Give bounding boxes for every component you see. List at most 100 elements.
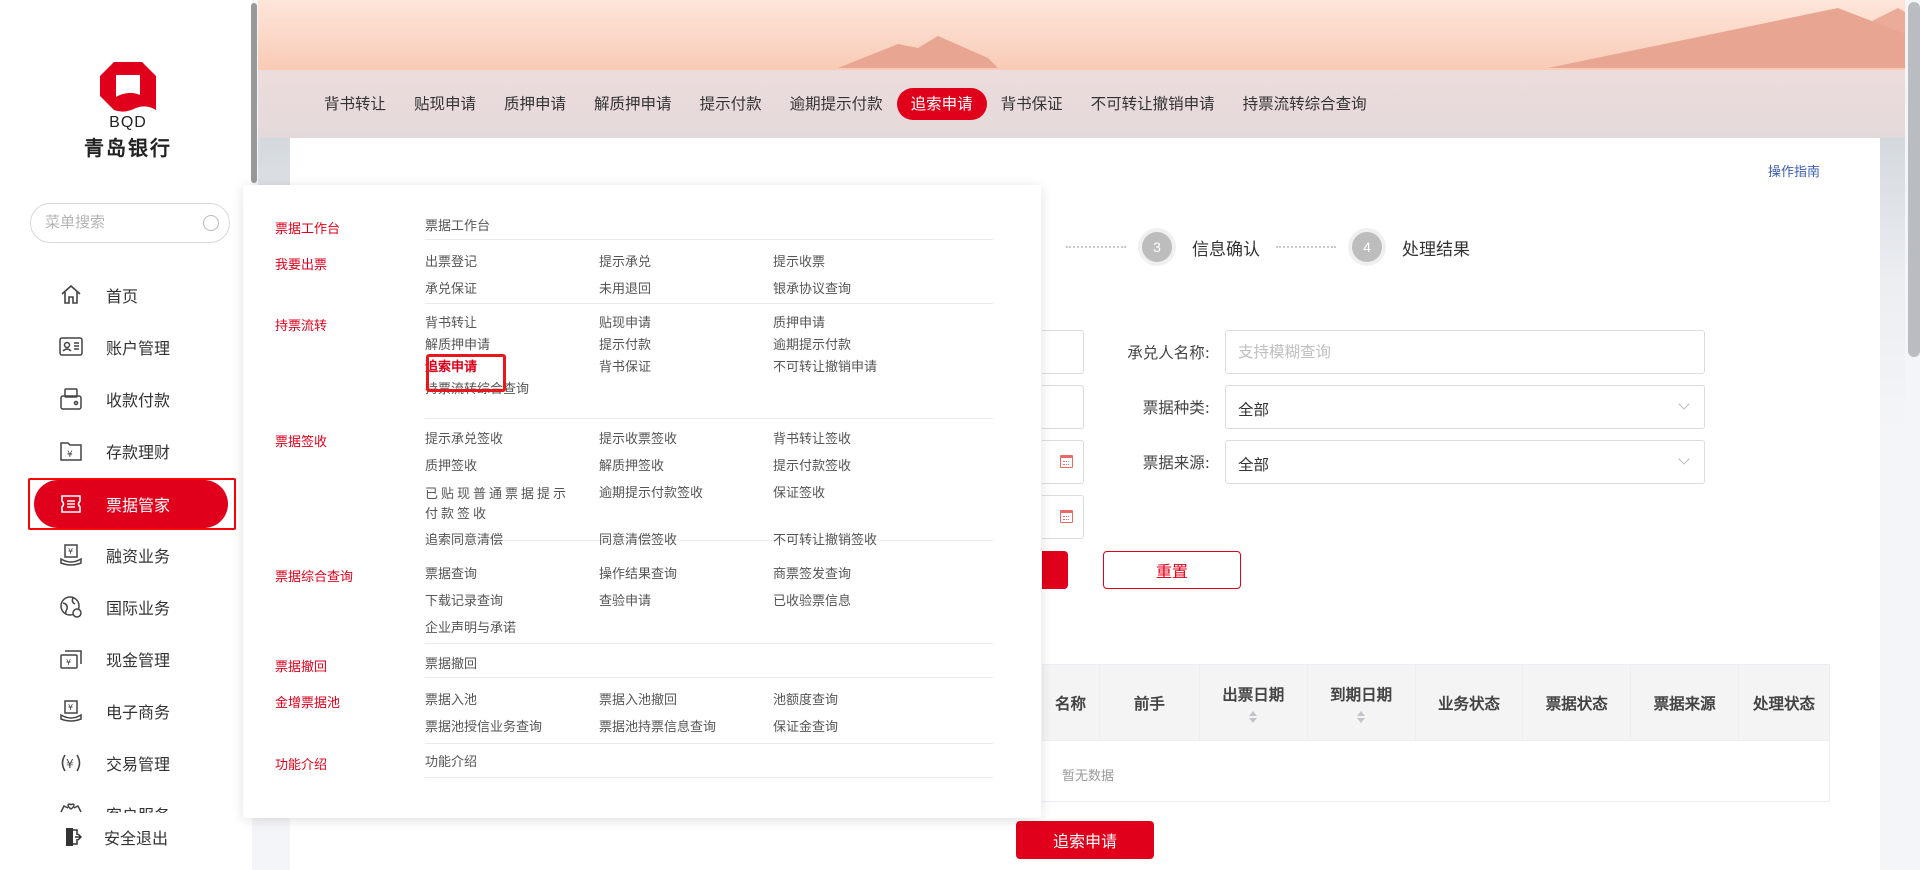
sidebar-item-bill-manager[interactable]: 票据管家 [34,480,228,528]
menu-item[interactable]: 质押签收 [425,458,477,476]
menu-item[interactable]: 银承协议查询 [773,281,851,299]
sidebar-item-deposits[interactable]: ¥ 存款理财 [30,427,234,475]
menu-category[interactable]: 票据综合查询 [275,566,353,585]
end-date-field[interactable] [1042,495,1084,539]
column-header-label: 前手 [1133,695,1165,713]
menu-item[interactable]: 未用退回 [599,281,651,299]
sort-caret-icon[interactable] [1249,711,1258,723]
column-header: 票据来源 [1631,665,1740,741]
tab-4[interactable]: 提示付款 [686,88,776,120]
query-button[interactable] [1042,551,1068,589]
menu-item[interactable]: 提示付款签收 [773,458,851,476]
menu-item[interactable]: 逾期提示付款签收 [599,485,703,503]
menu-item[interactable]: 提示收票签收 [599,431,677,449]
bill-source-select[interactable]: 全部 [1225,440,1705,484]
sidebar-item-financing[interactable]: ¥ 融资业务 [30,531,234,579]
start-date-field[interactable] [1042,440,1084,484]
menu-item[interactable]: 提示承兑签收 [425,431,503,449]
menu-item[interactable]: 出票登记 [425,254,477,272]
search-icon[interactable] [203,215,219,231]
tab-3[interactable]: 解质押申请 [580,88,686,120]
menu-item[interactable]: 下载记录查询 [425,593,503,611]
menu-item[interactable]: 解质押申请 [425,337,490,355]
menu-item[interactable]: 保证签收 [773,485,825,503]
menu-category[interactable]: 金增票据池 [275,692,340,711]
menu-items: 票据撤回 [425,650,993,678]
menu-category[interactable]: 票据工作台 [275,218,340,237]
menu-item[interactable]: 票据入池撤回 [599,692,677,710]
tab-9[interactable]: 持票流转综合查询 [1229,88,1381,120]
menu-item[interactable]: 质押申请 [773,315,825,333]
tab-2[interactable]: 质押申请 [490,88,580,120]
menu-item[interactable]: 保证金查询 [773,719,838,737]
left-field-1[interactable] [1042,330,1084,374]
sidebar-item-cash[interactable]: ¥ 现金管理 [30,635,234,683]
sidebar-item-ecommerce[interactable]: ¥ 电子商务 [30,687,234,735]
column-header[interactable]: 到期日期 [1308,665,1416,741]
menu-item[interactable]: 票据撤回 [425,656,477,674]
logout-button[interactable]: 安全退出 [30,813,234,861]
bill-type-select[interactable]: 全部 [1225,385,1705,429]
menu-item[interactable]: 票据工作台 [425,218,490,236]
sidebar-item-account[interactable]: 账户管理 [30,323,234,371]
acceptor-name-input[interactable] [1238,343,1678,361]
menu-item[interactable]: 不可转让撤销申请 [773,359,877,377]
menu-item[interactable]: 持票流转综合查询 [425,381,529,399]
bank-logo[interactable]: BQD 青岛银行 [84,60,170,160]
sidebar-item-home[interactable]: 首页 [30,271,234,319]
menu-item[interactable]: 票据池持票信息查询 [599,719,716,737]
page-scrollbar[interactable] [1908,2,1920,357]
menu-item[interactable]: 操作结果查询 [599,566,677,584]
menu-item[interactable]: 承兑保证 [425,281,477,299]
sidebar-item-transactions[interactable]: ¥ 交易管理 [30,739,234,787]
calendar-icon[interactable] [1060,510,1073,523]
menu-item[interactable]: 已贴现普通票据提示付款签收 [425,485,575,525]
acceptor-name-field[interactable] [1225,330,1705,374]
sidebar-item-international[interactable]: 国际业务 [30,583,234,631]
menu-item[interactable]: 解质押签收 [599,458,664,476]
menu-item[interactable]: 商票签发查询 [773,566,851,584]
menu-item[interactable]: 贴现申请 [599,315,651,333]
menu-category[interactable]: 票据签收 [275,431,327,450]
menu-category[interactable]: 持票流转 [275,315,327,334]
tab-8[interactable]: 不可转让撤销申请 [1077,88,1229,120]
menu-item[interactable]: 追索申请 [425,359,477,377]
operation-guide-link[interactable]: 操作指南 [1768,161,1820,180]
menu-item[interactable]: 已收验票信息 [773,593,851,611]
menu-item[interactable]: 背书保证 [599,359,651,377]
menu-search-input[interactable] [45,213,195,231]
sidebar-item-payments[interactable]: 收款付款 [30,375,234,423]
menu-item[interactable]: 提示付款 [599,337,651,355]
sort-caret-icon[interactable] [1357,711,1366,723]
tab-7[interactable]: 背书保证 [987,88,1077,120]
menu-item[interactable]: 提示承兑 [599,254,651,272]
menu-item[interactable]: 提示收票 [773,254,825,272]
menu-item[interactable]: 企业声明与承诺 [425,620,516,638]
menu-category[interactable]: 票据撤回 [275,656,327,675]
menu-item[interactable]: 票据池授信业务查询 [425,719,542,737]
menu-category[interactable]: 我要出票 [275,254,327,273]
calendar-icon[interactable] [1060,455,1073,468]
tab-5[interactable]: 逾期提示付款 [776,88,897,120]
sidebar-scrollbar[interactable] [251,3,257,183]
menu-item[interactable]: 查验申请 [599,593,651,611]
left-field-2[interactable] [1042,385,1084,429]
menu-item[interactable]: 不可转让撤销签收 [773,532,877,550]
recourse-apply-button[interactable]: 追索申请 [1016,821,1154,859]
menu-search[interactable] [30,203,230,243]
menu-category[interactable]: 功能介绍 [275,754,327,773]
reset-button[interactable]: 重置 [1103,551,1241,589]
menu-item[interactable]: 票据查询 [425,566,477,584]
menu-item[interactable]: 同意清偿签收 [599,532,677,550]
tab-6[interactable]: 追索申请 [896,88,987,120]
menu-item[interactable]: 功能介绍 [425,754,477,772]
tab-1[interactable]: 贴现申请 [400,88,490,120]
menu-item[interactable]: 池额度查询 [773,692,838,710]
menu-item[interactable]: 追索同意清偿 [425,532,503,550]
menu-item[interactable]: 背书转让签收 [773,431,851,449]
menu-item[interactable]: 背书转让 [425,315,477,333]
column-header[interactable]: 出票日期 [1200,665,1308,741]
tab-0[interactable]: 背书转让 [310,88,400,120]
menu-item[interactable]: 票据入池 [425,692,477,710]
menu-item[interactable]: 逾期提示付款 [773,337,851,355]
